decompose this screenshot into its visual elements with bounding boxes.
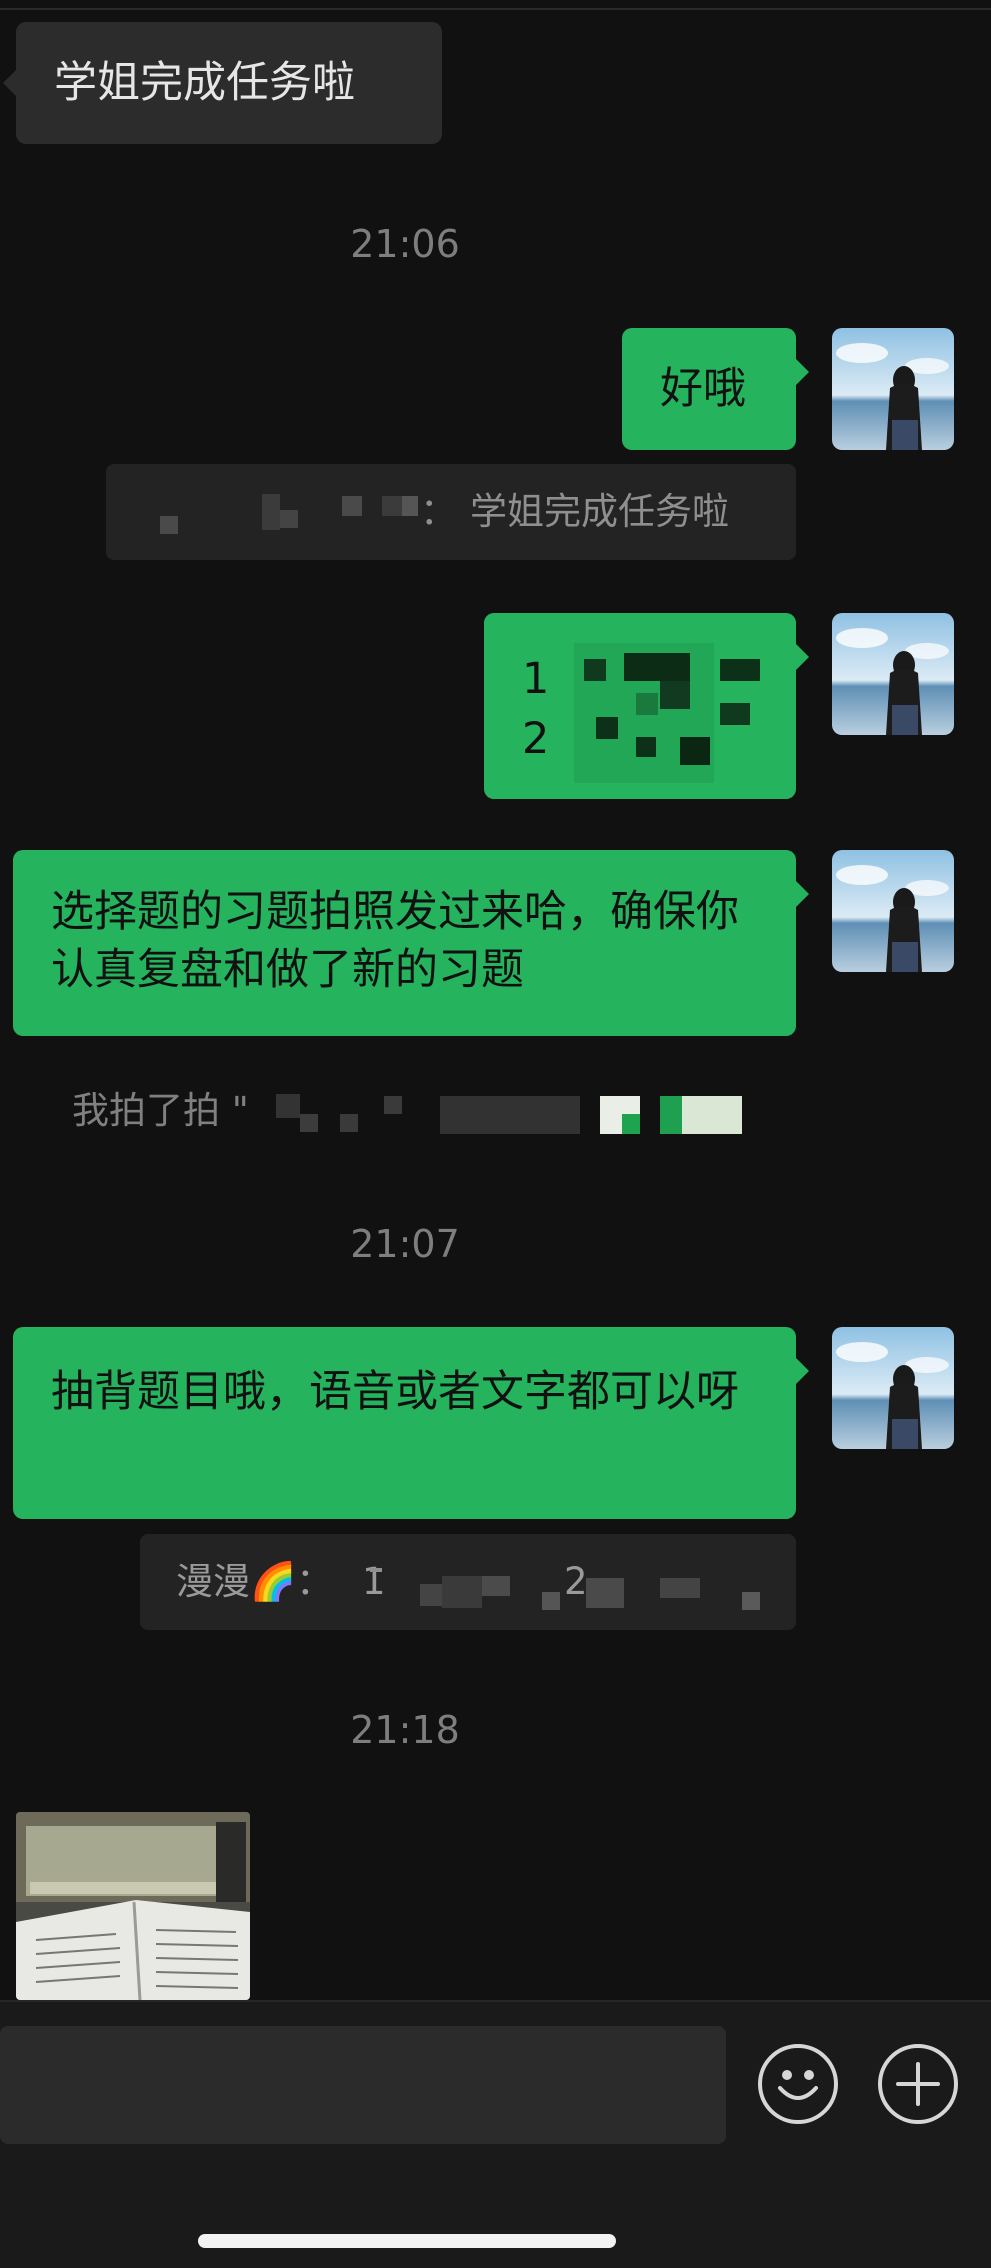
- avatar[interactable]: [832, 613, 954, 735]
- quote-text: 1: [362, 1560, 386, 1603]
- outgoing-message[interactable]: 选择题的习题拍照发过来哈，确保你认真复盘和做了新的习题: [13, 850, 809, 1036]
- top-divider: [0, 8, 991, 10]
- message-text: 好哦: [660, 364, 746, 414]
- outgoing-message[interactable]: 1 2: [484, 613, 809, 799]
- timestamp: 21:07: [350, 1222, 460, 1266]
- avatar[interactable]: [832, 328, 954, 450]
- quoted-reply[interactable]: 漫漫🌈： 1 2: [140, 1534, 796, 1630]
- outgoing-message[interactable]: 好哦: [622, 328, 809, 450]
- outgoing-message[interactable]: 抽背题目哦，语音或者文字都可以呀: [13, 1327, 809, 1519]
- message-text: 抽背题目哦，语音或者文字都可以呀: [51, 1367, 739, 1417]
- incoming-message[interactable]: 学姐完成任务啦: [3, 22, 442, 144]
- avatar[interactable]: [832, 850, 954, 972]
- quote-sender: 漫漫🌈：: [176, 1560, 334, 1603]
- timestamp: 21:18: [350, 1708, 460, 1752]
- timestamp: 21:06: [350, 222, 460, 266]
- tickle-notice: 我拍了拍 ": [72, 1089, 249, 1132]
- message-text: 学姐完成任务啦: [54, 58, 355, 108]
- avatar[interactable]: [832, 1327, 954, 1449]
- photo-message[interactable]: [16, 1812, 250, 2000]
- add-icon[interactable]: [878, 2044, 958, 2124]
- home-indicator: [198, 2234, 616, 2248]
- quote-separator: ：: [420, 490, 457, 533]
- quote-text: 学姐完成任务啦: [470, 490, 729, 533]
- quote-text: 2: [564, 1560, 588, 1603]
- emoji-icon[interactable]: [758, 2044, 838, 2124]
- quoted-reply[interactable]: ： 学姐完成任务啦: [106, 464, 796, 560]
- input-bar: [0, 2000, 991, 2268]
- message-text: 选择题的习题拍照发过来哈，确保你认真复盘和做了新的习题: [51, 887, 739, 995]
- message-input[interactable]: [0, 2026, 726, 2144]
